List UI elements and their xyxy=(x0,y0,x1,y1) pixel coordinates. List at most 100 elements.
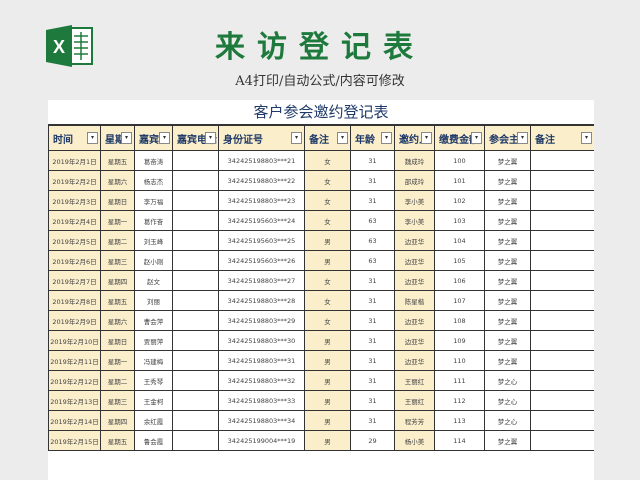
table-cell[interactable] xyxy=(172,270,219,291)
table-cell[interactable]: 陈星楷 xyxy=(394,290,435,311)
table-cell[interactable]: 边亚华 xyxy=(394,270,435,291)
table-cell[interactable]: 63 xyxy=(350,210,395,231)
table-cell[interactable]: 邵成玲 xyxy=(394,170,435,191)
table-cell[interactable]: 2019年2月1日 xyxy=(48,150,101,171)
table-cell[interactable]: 边亚华 xyxy=(394,250,435,271)
table-cell[interactable]: 108 xyxy=(434,310,485,331)
filter-dropdown-icon[interactable]: ▾ xyxy=(205,132,216,144)
table-cell[interactable] xyxy=(530,270,594,291)
table-cell[interactable]: 魏成玲 xyxy=(394,150,435,171)
table-cell[interactable]: 曹会萍 xyxy=(134,310,173,331)
table-cell[interactable]: 边亚华 xyxy=(394,230,435,251)
table-cell[interactable]: 梦之翼 xyxy=(484,250,531,271)
filter-dropdown-icon[interactable]: ▾ xyxy=(421,132,432,144)
table-cell[interactable] xyxy=(530,330,594,351)
table-cell[interactable]: 星期六 xyxy=(100,310,135,331)
table-cell[interactable]: 梦之翼 xyxy=(484,430,531,451)
table-cell[interactable]: 107 xyxy=(434,290,485,311)
table-cell[interactable]: 342425198803***31 xyxy=(218,350,305,371)
table-cell[interactable]: 102 xyxy=(434,190,485,211)
table-cell[interactable] xyxy=(530,150,594,171)
table-cell[interactable]: 边亚华 xyxy=(394,330,435,351)
table-cell[interactable]: 2019年2月4日 xyxy=(48,210,101,231)
table-cell[interactable]: 女 xyxy=(304,190,351,211)
table-cell[interactable]: 109 xyxy=(434,330,485,351)
table-cell[interactable]: 梦之翼 xyxy=(484,350,531,371)
table-cell[interactable]: 2019年2月2日 xyxy=(48,170,101,191)
table-cell[interactable]: 2019年2月6日 xyxy=(48,250,101,271)
table-cell[interactable] xyxy=(530,290,594,311)
table-cell[interactable]: 342425198803***28 xyxy=(218,290,305,311)
table-cell[interactable] xyxy=(172,230,219,251)
table-cell[interactable]: 梦之心 xyxy=(484,390,531,411)
table-cell[interactable] xyxy=(172,290,219,311)
table-cell[interactable]: 2019年2月8日 xyxy=(48,290,101,311)
table-cell[interactable]: 边亚华 xyxy=(394,350,435,371)
table-cell[interactable]: 113 xyxy=(434,410,485,431)
table-cell[interactable]: 342425198803***33 xyxy=(218,390,305,411)
table-cell[interactable]: 342425198803***23 xyxy=(218,190,305,211)
table-cell[interactable]: 100 xyxy=(434,150,485,171)
table-cell[interactable]: 31 xyxy=(350,370,395,391)
table-cell[interactable]: 梦之翼 xyxy=(484,230,531,251)
table-cell[interactable] xyxy=(172,350,219,371)
table-cell[interactable] xyxy=(530,210,594,231)
table-cell[interactable] xyxy=(172,210,219,231)
table-cell[interactable]: 101 xyxy=(434,170,485,191)
table-cell[interactable]: 342425198803***32 xyxy=(218,370,305,391)
table-cell[interactable]: 赵小刚 xyxy=(134,250,173,271)
table-cell[interactable]: 2019年2月9日 xyxy=(48,310,101,331)
table-cell[interactable]: 男 xyxy=(304,430,351,451)
table-cell[interactable]: 男 xyxy=(304,390,351,411)
table-cell[interactable]: 梦之心 xyxy=(484,410,531,431)
table-cell[interactable]: 星期五 xyxy=(100,430,135,451)
table-cell[interactable]: 105 xyxy=(434,250,485,271)
table-cell[interactable]: 星期三 xyxy=(100,250,135,271)
filter-dropdown-icon[interactable]: ▾ xyxy=(337,132,348,144)
table-cell[interactable]: 赵文 xyxy=(134,270,173,291)
table-cell[interactable]: 2019年2月14日 xyxy=(48,410,101,431)
table-cell[interactable]: 李小美 xyxy=(394,210,435,231)
filter-dropdown-icon[interactable]: ▾ xyxy=(291,132,302,144)
table-cell[interactable]: 103 xyxy=(434,210,485,231)
table-cell[interactable] xyxy=(172,370,219,391)
table-cell[interactable]: 男 xyxy=(304,370,351,391)
table-cell[interactable]: 2019年2月11日 xyxy=(48,350,101,371)
table-cell[interactable]: 星期五 xyxy=(100,150,135,171)
table-cell[interactable]: 李小美 xyxy=(394,190,435,211)
table-cell[interactable]: 葛作奋 xyxy=(134,210,173,231)
filter-dropdown-icon[interactable]: ▾ xyxy=(159,132,170,144)
table-cell[interactable]: 杨小美 xyxy=(394,430,435,451)
table-cell[interactable]: 63 xyxy=(350,230,395,251)
table-cell[interactable]: 342425198803***27 xyxy=(218,270,305,291)
table-cell[interactable]: 342425198803***22 xyxy=(218,170,305,191)
table-cell[interactable] xyxy=(172,150,219,171)
table-cell[interactable]: 男 xyxy=(304,350,351,371)
table-cell[interactable] xyxy=(172,310,219,331)
table-cell[interactable]: 女 xyxy=(304,170,351,191)
table-cell[interactable]: 342425198803***21 xyxy=(218,150,305,171)
table-cell[interactable]: 梦之心 xyxy=(484,370,531,391)
table-cell[interactable]: 63 xyxy=(350,250,395,271)
table-cell[interactable]: 星期二 xyxy=(100,230,135,251)
table-cell[interactable]: 星期六 xyxy=(100,170,135,191)
table-cell[interactable] xyxy=(530,190,594,211)
table-cell[interactable]: 王丽红 xyxy=(394,390,435,411)
table-cell[interactable]: 程芳芳 xyxy=(394,410,435,431)
table-cell[interactable]: 112 xyxy=(434,390,485,411)
table-cell[interactable]: 女 xyxy=(304,290,351,311)
table-cell[interactable]: 星期三 xyxy=(100,390,135,411)
table-cell[interactable]: 男 xyxy=(304,330,351,351)
table-cell[interactable] xyxy=(172,170,219,191)
table-cell[interactable]: 31 xyxy=(350,270,395,291)
table-cell[interactable]: 31 xyxy=(350,190,395,211)
table-cell[interactable]: 男 xyxy=(304,230,351,251)
table-cell[interactable]: 31 xyxy=(350,390,395,411)
table-cell[interactable]: 31 xyxy=(350,290,395,311)
table-cell[interactable]: 2019年2月10日 xyxy=(48,330,101,351)
table-cell[interactable]: 星期四 xyxy=(100,270,135,291)
table-cell[interactable]: 31 xyxy=(350,150,395,171)
filter-dropdown-icon[interactable]: ▾ xyxy=(581,132,592,144)
table-cell[interactable] xyxy=(172,390,219,411)
filter-dropdown-icon[interactable]: ▾ xyxy=(121,132,132,144)
